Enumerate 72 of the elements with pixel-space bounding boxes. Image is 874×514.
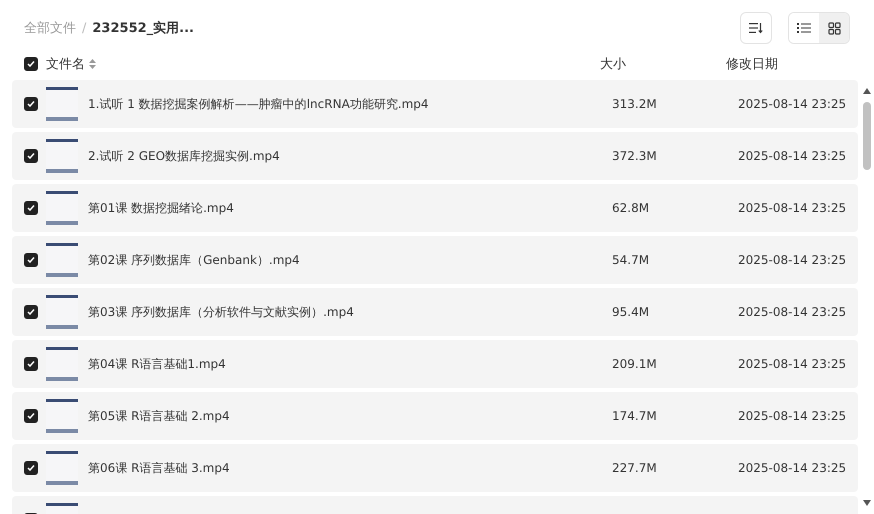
breadcrumb-separator: / <box>82 20 86 36</box>
file-size: 174.7M <box>612 409 658 423</box>
list-icon <box>797 22 811 34</box>
check-icon <box>27 464 35 472</box>
check-icon <box>27 60 35 68</box>
file-row[interactable]: 第02课 序列数据库（Genbank）.mp4 54.7M 2025-08-14 23:25 <box>12 236 858 284</box>
row-checkbox[interactable] <box>24 409 38 423</box>
file-size: 62.8M <box>612 201 650 215</box>
video-thumbnail <box>46 139 78 173</box>
breadcrumb-item[interactable]: 232552_实用... <box>92 19 194 37</box>
sort-button[interactable] <box>740 12 772 44</box>
select-all-checkbox[interactable] <box>24 57 38 71</box>
modified-date: 2025-08-14 23:25 <box>738 461 848 475</box>
file-size: 227.7M <box>612 461 658 475</box>
row-checkbox[interactable] <box>24 97 38 111</box>
video-thumbnail <box>46 243 78 277</box>
column-header: 修改日期 <box>726 56 779 73</box>
file-row[interactable]: 2.试听 2 GEO数据库挖掘实例.mp4 372.3M 2025-08-14 23:25 <box>12 132 858 180</box>
file-size: 95.4M <box>612 305 650 319</box>
video-thumbnail <box>46 399 78 433</box>
modified-date: 2025-08-14 23:25 <box>738 305 848 319</box>
row-checkbox[interactable] <box>24 149 38 163</box>
sort-icon <box>749 22 763 34</box>
check-icon <box>27 204 35 212</box>
file-name: 2.试听 2 GEO数据库挖掘实例.mp4 <box>88 148 281 164</box>
file-row[interactable]: 第04课 R语言基础1.mp4 209.1M 2025-08-14 23:25 <box>12 340 858 388</box>
video-thumbnail <box>46 87 78 121</box>
file-name: 第06课 R语言基础 3.mp4 <box>88 460 231 476</box>
video-thumbnail <box>46 295 78 329</box>
modified-date: 2025-08-14 23:25 <box>738 201 848 215</box>
video-thumbnail <box>46 191 78 225</box>
file-name: 第02课 序列数据库（Genbank）.mp4 <box>88 252 301 268</box>
file-row[interactable]: 第06课 R语言基础 3.mp4 227.7M 2025-08-14 23:25 <box>12 444 858 492</box>
column-header[interactable]: 文件名 <box>46 55 85 73</box>
check-icon <box>27 100 35 108</box>
file-size: 209.1M <box>612 357 658 371</box>
file-row[interactable]: 第01课 数据挖掘绪论.mp4 62.8M 2025-08-14 23:25 <box>12 184 858 232</box>
modified-date: 2025-08-14 23:25 <box>738 409 848 423</box>
modified-date: 2025-08-14 23:25 <box>738 357 848 371</box>
check-icon <box>27 152 35 160</box>
file-size: 313.2M <box>612 97 658 111</box>
check-icon <box>27 256 35 264</box>
check-icon <box>27 308 35 316</box>
file-row[interactable]: 第05课 R语言基础 2.mp4 174.7M 2025-08-14 23:25 <box>12 392 858 440</box>
check-icon <box>27 412 35 420</box>
file-row[interactable]: 第03课 序列数据库（分析软件与文献实例）.mp4 95.4M 2025-08-14 23:25 <box>12 288 858 336</box>
row-checkbox[interactable] <box>24 253 38 267</box>
row-checkbox[interactable] <box>24 201 38 215</box>
file-size: 372.3M <box>612 149 658 163</box>
video-thumbnail <box>46 451 78 485</box>
file-name: 第01课 数据挖掘绪论.mp4 <box>88 200 235 216</box>
sort-arrows-icon[interactable] <box>89 59 96 69</box>
row-checkbox[interactable] <box>24 461 38 475</box>
file-name: 第05课 R语言基础 2.mp4 <box>88 408 231 424</box>
file-name: 第03课 序列数据库（分析软件与文献实例）.mp4 <box>88 304 355 320</box>
view-toggle-button[interactable] <box>819 13 849 43</box>
row-checkbox[interactable] <box>24 357 38 371</box>
file-name: 第04课 R语言基础1.mp4 <box>88 356 227 372</box>
file-name: 1.试听 1 数据挖掘案例解析——肿瘤中的lncRNA功能研究.mp4 <box>88 96 430 112</box>
file-row[interactable]: 1.试听 1 数据挖掘案例解析——肿瘤中的lncRNA功能研究.mp4 313.2M 2025-08-14 23:25 <box>12 80 858 128</box>
file-size: 54.7M <box>612 253 650 267</box>
modified-date: 2025-08-14 23:25 <box>738 253 848 267</box>
column-header: 大小 <box>600 56 627 73</box>
scroll-up-icon[interactable] <box>863 88 871 94</box>
scrollbar-thumb[interactable] <box>863 102 871 170</box>
scroll-down-icon[interactable] <box>863 500 871 506</box>
video-thumbnail <box>46 347 78 381</box>
grid-icon <box>828 22 840 34</box>
row-checkbox[interactable] <box>24 305 38 319</box>
check-icon <box>27 360 35 368</box>
modified-date: 2025-08-14 23:25 <box>738 149 848 163</box>
modified-date: 2025-08-14 23:25 <box>738 97 848 111</box>
